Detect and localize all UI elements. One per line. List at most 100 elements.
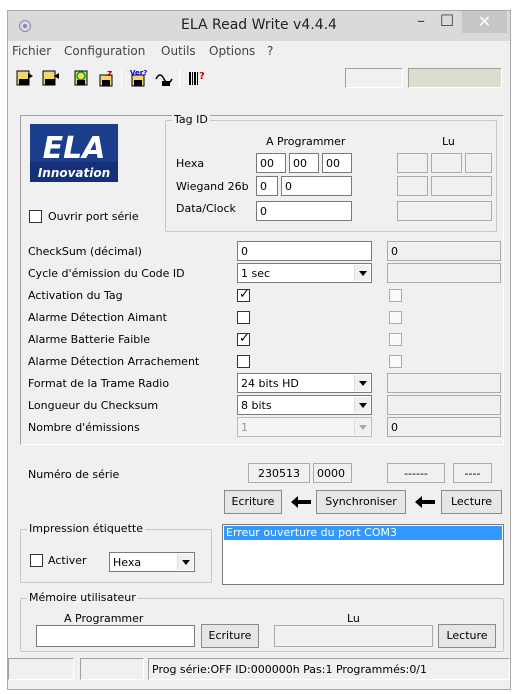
- user-memory-read-button[interactable]: Lecture: [438, 624, 496, 648]
- dataclock-read: [397, 201, 492, 221]
- user-memory-prog-input[interactable]: [36, 625, 195, 647]
- svg-text:?: ?: [199, 71, 205, 82]
- cycle-label: Cycle d'émission du Code ID: [28, 267, 185, 280]
- radio-tag-icon[interactable]: [70, 67, 92, 89]
- wiegand-label: Wiegand 26b: [176, 180, 249, 193]
- chevron-down-icon[interactable]: [354, 397, 370, 413]
- user-memory-write-button[interactable]: Ecriture: [201, 624, 259, 648]
- hexa-input-3[interactable]: 00: [322, 153, 352, 173]
- toolbar: z Ver? ?: [8, 63, 510, 93]
- checksum-length-value: 8 bits: [241, 399, 272, 412]
- alarm-battery-label: Alarme Batterie Faible: [28, 333, 151, 346]
- hexa-read-1: [397, 153, 428, 173]
- wiegand-input-1[interactable]: 0: [256, 176, 278, 196]
- version-icon[interactable]: Ver?: [128, 67, 150, 89]
- user-memory-col-prog: A Programmer: [64, 612, 144, 625]
- read-tag-icon[interactable]: [14, 67, 36, 89]
- menu-outils[interactable]: Outils: [161, 44, 196, 58]
- user-memory-title: Mémoire utilisateur: [27, 591, 138, 604]
- log-entry[interactable]: Erreur ouverture du port COM3: [224, 526, 502, 540]
- alarm-magnet-label: Alarme Détection Aimant: [28, 311, 167, 324]
- signal-icon[interactable]: [154, 67, 176, 89]
- hexa-input-2[interactable]: 00: [289, 153, 319, 173]
- print-label-title: Impression étiquette: [27, 522, 145, 535]
- wiegand-read-1: [397, 176, 428, 196]
- maximize-button[interactable]: ☐: [432, 11, 462, 33]
- hexa-label: Hexa: [176, 157, 205, 170]
- format-label: Format de la Trame Radio: [28, 377, 170, 390]
- user-memory-col-read: Lu: [347, 612, 360, 625]
- toolbar-status-field-2: [408, 68, 502, 88]
- chevron-down-icon[interactable]: [354, 265, 370, 281]
- print-activate-label: Activer: [48, 554, 87, 567]
- serial-label: Numéro de série: [28, 468, 120, 481]
- close-button[interactable]: ✕: [462, 11, 507, 33]
- cycle-value: 1 sec: [241, 267, 271, 280]
- print-activate-checkbox[interactable]: [30, 554, 43, 567]
- hexa-read-3: [465, 153, 492, 173]
- cycle-select[interactable]: 1 sec: [237, 263, 372, 283]
- serial-read-2: ----: [453, 463, 492, 483]
- format-read: [387, 373, 501, 393]
- toolbar-separator: [121, 67, 122, 89]
- write-button[interactable]: Ecriture: [224, 490, 282, 514]
- arrow-left-icon: [291, 496, 311, 508]
- wiegand-read-2: [431, 176, 492, 196]
- hexa-read-2: [431, 153, 462, 173]
- sleep-tag-icon[interactable]: z: [96, 67, 118, 89]
- menu-options[interactable]: Options: [209, 44, 255, 58]
- alarm-magnet-read-checkbox: [389, 311, 402, 324]
- dataclock-input[interactable]: 0: [256, 201, 352, 221]
- emissions-read: 0: [387, 417, 501, 437]
- dataclock-label: Data/Clock: [176, 202, 236, 215]
- checksum-label: CheckSum (décimal): [28, 245, 142, 258]
- app-window: ELA Read Write v4.4.4 – ☐ ✕ Fichier Conf…: [7, 10, 511, 690]
- user-memory-read-field: [274, 625, 433, 647]
- alarm-battery-checkbox[interactable]: ✓: [237, 331, 250, 346]
- menu-configuration[interactable]: Configuration: [64, 44, 145, 58]
- cycle-read: [387, 263, 501, 283]
- write-tag-icon[interactable]: [40, 67, 62, 89]
- alarm-tamper-label: Alarme Détection Arrachement: [28, 355, 200, 368]
- serial-read-1: ------: [387, 463, 445, 483]
- emissions-value: 1: [241, 421, 248, 434]
- toolbar-separator: [179, 67, 180, 89]
- check-icon: ✓: [239, 287, 250, 302]
- hexa-input-1[interactable]: 00: [256, 153, 286, 173]
- checksum-length-select[interactable]: 8 bits: [237, 395, 372, 415]
- menu-help[interactable]: ?: [267, 44, 273, 58]
- print-format-value: Hexa: [113, 556, 142, 569]
- format-select[interactable]: 24 bits HD: [237, 373, 372, 393]
- tag-id-col-read: Lu: [442, 135, 455, 148]
- activation-checkbox[interactable]: ✓: [237, 287, 250, 302]
- chevron-down-icon[interactable]: [354, 375, 370, 391]
- checksum-input[interactable]: 0: [237, 241, 372, 261]
- check-icon: ✓: [239, 331, 250, 346]
- menu-fichier[interactable]: Fichier: [12, 44, 51, 58]
- barcode-help-icon[interactable]: ?: [186, 67, 208, 89]
- title-bar: ELA Read Write v4.4.4 – ☐ ✕: [8, 11, 510, 41]
- checksum-length-read: [387, 395, 501, 415]
- synchronize-button[interactable]: Synchroniser: [316, 490, 406, 514]
- menu-bar: Fichier Configuration Outils Options ?: [8, 41, 510, 61]
- read-button[interactable]: Lecture: [441, 490, 502, 514]
- alarm-magnet-checkbox[interactable]: [237, 311, 250, 324]
- log-listbox[interactable]: Erreur ouverture du port COM3: [222, 524, 504, 585]
- chevron-down-icon[interactable]: [177, 554, 193, 570]
- arrow-left-icon: [415, 496, 435, 508]
- wiegand-input-2[interactable]: 0: [281, 176, 352, 196]
- tag-id-title: Tag ID: [172, 113, 210, 126]
- status-pane-1: [8, 658, 74, 680]
- toolbar-status-field-1: [345, 68, 403, 88]
- alarm-tamper-checkbox[interactable]: [237, 355, 250, 368]
- logo-text-ela: ELA: [43, 131, 106, 166]
- checksum-length-label: Longueur du Checksum: [28, 399, 159, 412]
- checksum-read: 0: [387, 241, 501, 261]
- open-port-checkbox[interactable]: [29, 210, 42, 223]
- ela-logo: ELA Innovation: [30, 124, 118, 182]
- activation-read-checkbox: [389, 289, 402, 302]
- format-value: 24 bits HD: [241, 377, 299, 390]
- print-format-select[interactable]: Hexa: [109, 552, 195, 572]
- emissions-label: Nombre d'émissions: [28, 421, 140, 434]
- tag-id-col-prog: A Programmer: [266, 135, 346, 148]
